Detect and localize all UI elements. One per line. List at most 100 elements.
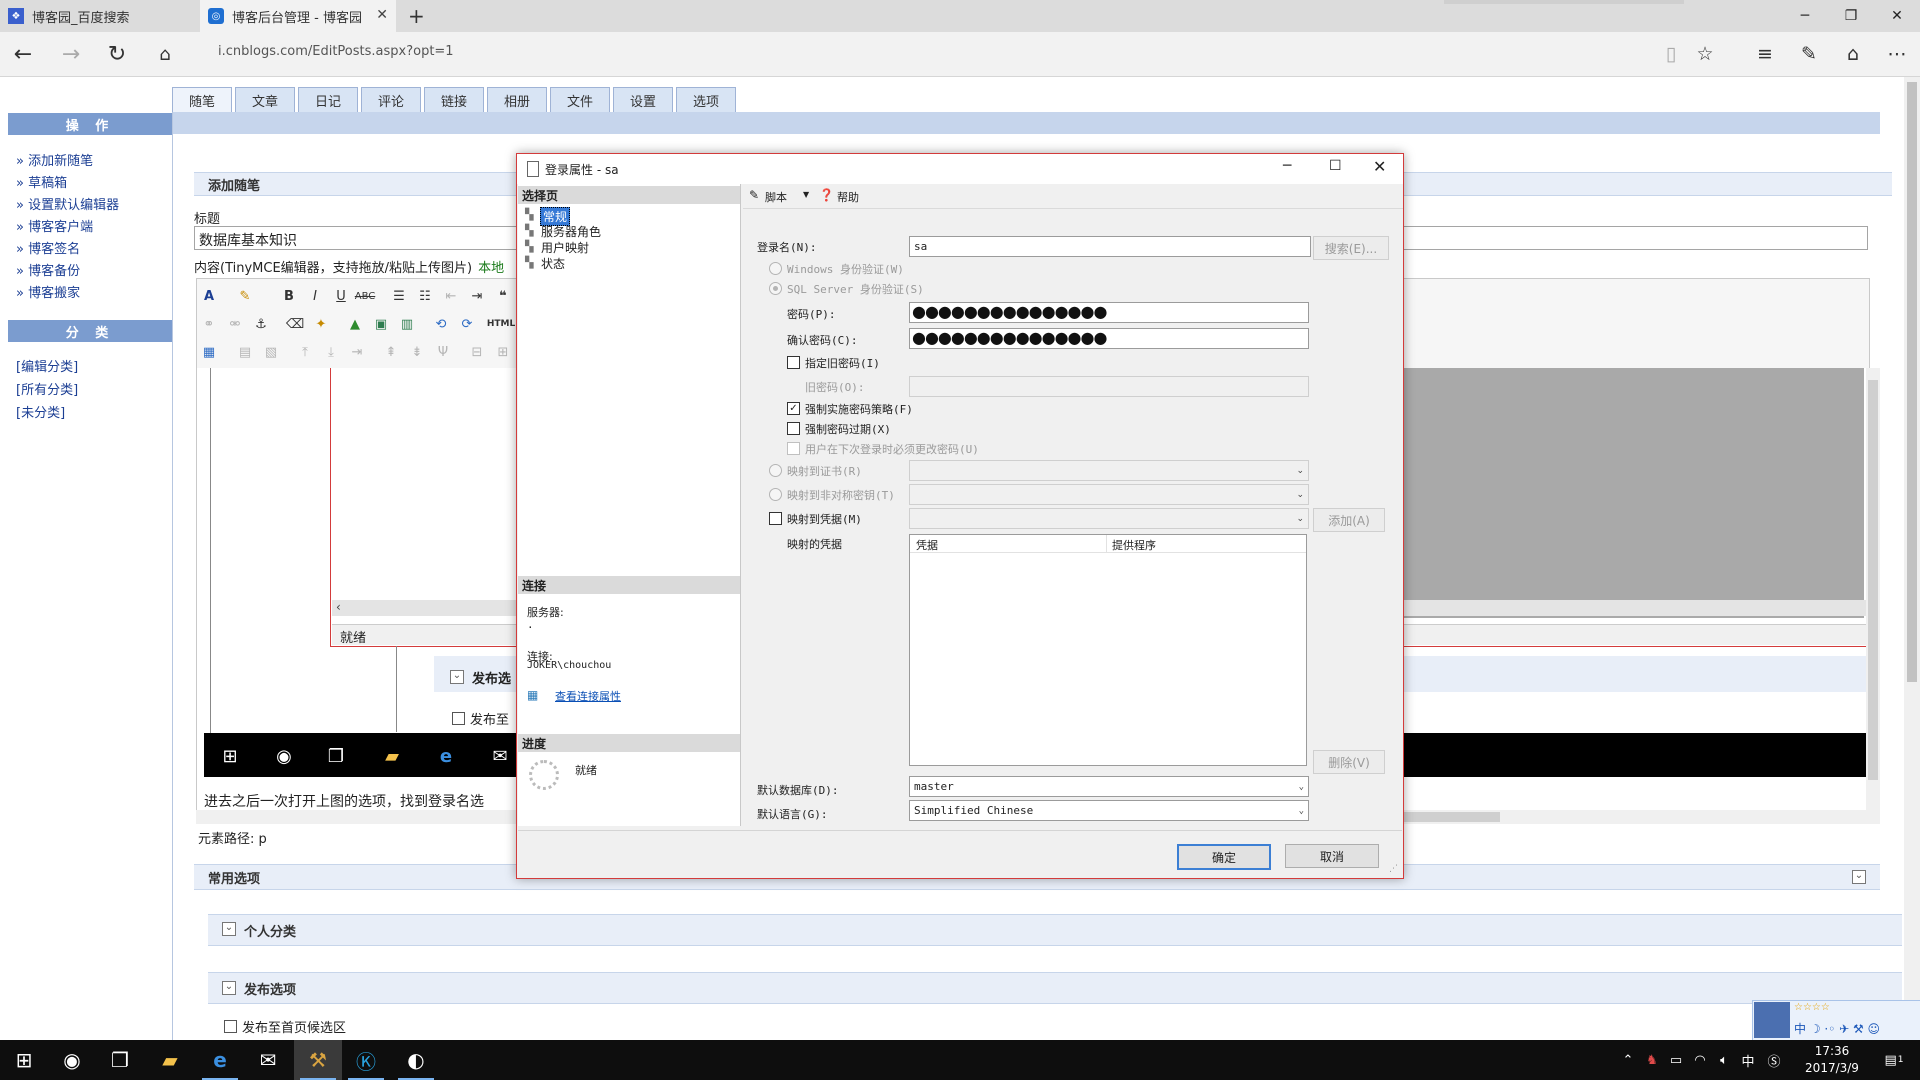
minimize-button[interactable]: ─	[1782, 0, 1828, 32]
web-note-icon[interactable]: ✎	[1794, 40, 1824, 68]
refresh-icon[interactable]: ↻	[102, 40, 132, 68]
volume-icon[interactable]: 🔈︎	[1712, 1040, 1736, 1080]
italic-icon[interactable]: I	[306, 287, 324, 305]
input-mode-icon[interactable]: Ⓢ	[1762, 1040, 1786, 1080]
media-app-icon[interactable]: ◐	[392, 1040, 440, 1080]
sql-management-studio-icon[interactable]: ⚒	[294, 1040, 342, 1080]
map-asymmetric-key-radio[interactable]	[769, 488, 782, 501]
nav-tab-files[interactable]: 文件	[550, 87, 610, 112]
credential-column-header[interactable]: 凭据	[916, 537, 938, 553]
password-input[interactable]: ●●●●●●●●●●●●●●●	[909, 302, 1309, 323]
mapped-credentials-grid[interactable]: 凭据 提供程序	[909, 534, 1307, 766]
ime-indicator[interactable]: 中	[1736, 1040, 1760, 1080]
sidebar-link-drafts[interactable]: » 草稿箱	[16, 172, 67, 191]
category-link-uncategorized[interactable]: [未分类]	[16, 402, 65, 421]
strikethrough-icon[interactable]: ABC	[355, 287, 376, 305]
highlight-color-icon[interactable]: ✎	[236, 287, 254, 305]
page-status[interactable]: 状态	[541, 255, 565, 272]
edge-browser-icon[interactable]: e	[196, 1040, 244, 1080]
cancel-button[interactable]: 取消	[1285, 844, 1379, 868]
sidebar-link-signature[interactable]: » 博客签名	[16, 238, 80, 257]
undo-icon[interactable]: ⟲	[432, 315, 450, 333]
enforce-expiration-checkbox[interactable]	[787, 422, 800, 435]
cleanup-icon[interactable]: ✦	[312, 315, 330, 333]
browser-tab-cnblogs[interactable]: ◎ 博客后台管理 - 博客园 ✕	[200, 0, 396, 32]
login-name-input[interactable]: sa	[909, 236, 1311, 257]
sidebar-link-client[interactable]: » 博客客户端	[16, 216, 93, 235]
script-button[interactable]: 脚本	[765, 189, 787, 205]
nav-tab-options[interactable]: 选项	[676, 87, 736, 112]
map-credential-checkbox[interactable]	[769, 512, 782, 525]
table-icon[interactable]: ▦	[200, 343, 218, 361]
hub-icon[interactable]: ≡	[1750, 40, 1780, 68]
clock[interactable]: 17:36 2017/3/9	[1794, 1043, 1870, 1077]
ok-button[interactable]: 确定	[1177, 844, 1271, 870]
nav-tab-settings[interactable]: 设置	[613, 87, 673, 112]
nav-tab-album[interactable]: 相册	[487, 87, 547, 112]
start-button-icon[interactable]: ⊞	[0, 1040, 48, 1080]
row-props-icon[interactable]: ▤	[236, 343, 254, 361]
provider-column-header[interactable]: 提供程序	[1112, 537, 1156, 553]
forward-arrow-icon[interactable]: →	[56, 40, 86, 68]
sidebar-link-move[interactable]: » 博客搬家	[16, 282, 80, 301]
search-button[interactable]: 搜索(E)...	[1313, 236, 1389, 260]
tray-app-icon[interactable]: ♞	[1640, 1040, 1664, 1080]
expand-personal-category-icon[interactable]: ⌄	[222, 922, 236, 936]
asymmetric-key-select[interactable]: ⌄	[909, 484, 1309, 505]
back-arrow-icon[interactable]: ←	[8, 40, 38, 68]
view-connection-properties-link[interactable]: 查看连接属性	[555, 688, 621, 704]
html-source-icon[interactable]: HTML	[487, 315, 515, 333]
sidebar-link-add-post[interactable]: » 添加新随笔	[16, 150, 93, 169]
delete-col-icon[interactable]: Ψ	[434, 343, 452, 361]
sidebar-link-backup[interactable]: » 博客备份	[16, 260, 80, 279]
k-app-icon[interactable]: Ⓚ	[342, 1040, 390, 1080]
notification-center-icon[interactable]: ▤ 1	[1876, 1040, 1912, 1080]
link-icon[interactable]: ⚭	[200, 315, 218, 333]
confirm-password-input[interactable]: ●●●●●●●●●●●●●●●	[909, 328, 1309, 349]
reading-view-icon[interactable]: ▯	[1656, 40, 1686, 68]
nav-tab-diary[interactable]: 日记	[298, 87, 358, 112]
cortana-icon[interactable]: ◉	[48, 1040, 96, 1080]
outdent-icon[interactable]: ⇤	[442, 287, 460, 305]
nav-tab-posts[interactable]: 随笔	[172, 87, 232, 112]
dialog-minimize-button[interactable]: ─	[1283, 158, 1291, 174]
specify-old-password-checkbox[interactable]	[787, 356, 800, 369]
close-tab-icon[interactable]: ✕	[376, 7, 388, 23]
share-icon[interactable]: ⌂	[1838, 40, 1868, 68]
collapse-common-options-icon[interactable]: ⌄	[1852, 870, 1866, 884]
help-button[interactable]: 帮助	[837, 189, 859, 205]
anchor-icon[interactable]: ⚓	[252, 315, 270, 333]
add-credential-button[interactable]: 添加(A)	[1313, 508, 1385, 532]
image-icon[interactable]: ▣	[372, 315, 390, 333]
numbered-list-icon[interactable]: ☷	[416, 287, 434, 305]
favorite-star-icon[interactable]: ☆	[1690, 40, 1720, 68]
dialog-maximize-button[interactable]: ☐	[1329, 158, 1342, 174]
publish-home-checkbox[interactable]	[224, 1020, 237, 1033]
category-link-edit[interactable]: [编辑分类]	[16, 356, 78, 375]
task-view-icon[interactable]: ❐	[96, 1040, 144, 1080]
browser-tab-baidu[interactable]: ❖ 博客园_百度搜索	[0, 0, 200, 32]
local-link[interactable]: 本地	[478, 261, 504, 276]
upload-image-icon[interactable]: ▲	[346, 315, 364, 333]
default-language-select[interactable]: Simplified Chinese ⌄	[909, 800, 1309, 821]
page-user-mapping[interactable]: 用户映射	[541, 239, 589, 256]
insert-row-after-icon[interactable]: ⤓	[322, 343, 340, 361]
page-server-roles[interactable]: 服务器角色	[541, 223, 601, 240]
home-icon[interactable]: ⌂	[150, 40, 180, 68]
restore-button[interactable]: ❐	[1828, 0, 1874, 32]
redo-icon[interactable]: ⟳	[458, 315, 476, 333]
file-explorer-icon[interactable]: ▰	[146, 1040, 194, 1080]
bold-icon[interactable]: B	[280, 287, 298, 305]
cell-props-icon[interactable]: ▧	[262, 343, 280, 361]
map-certificate-radio[interactable]	[769, 464, 782, 477]
credential-select[interactable]: ⌄	[909, 508, 1309, 529]
default-database-select[interactable]: master ⌄	[909, 776, 1309, 797]
resize-grip-icon[interactable]: ⋰	[1389, 864, 1398, 874]
sidebar-link-default-editor[interactable]: » 设置默认编辑器	[16, 194, 119, 213]
insert-col-after-icon[interactable]: ⇟	[408, 343, 426, 361]
merge-cells-icon[interactable]: ⊞	[494, 343, 512, 361]
old-password-input[interactable]	[909, 376, 1309, 397]
more-icon[interactable]: ⋯	[1882, 40, 1912, 68]
sql-auth-radio[interactable]	[769, 282, 782, 295]
media-icon[interactable]: ▥	[398, 315, 416, 333]
